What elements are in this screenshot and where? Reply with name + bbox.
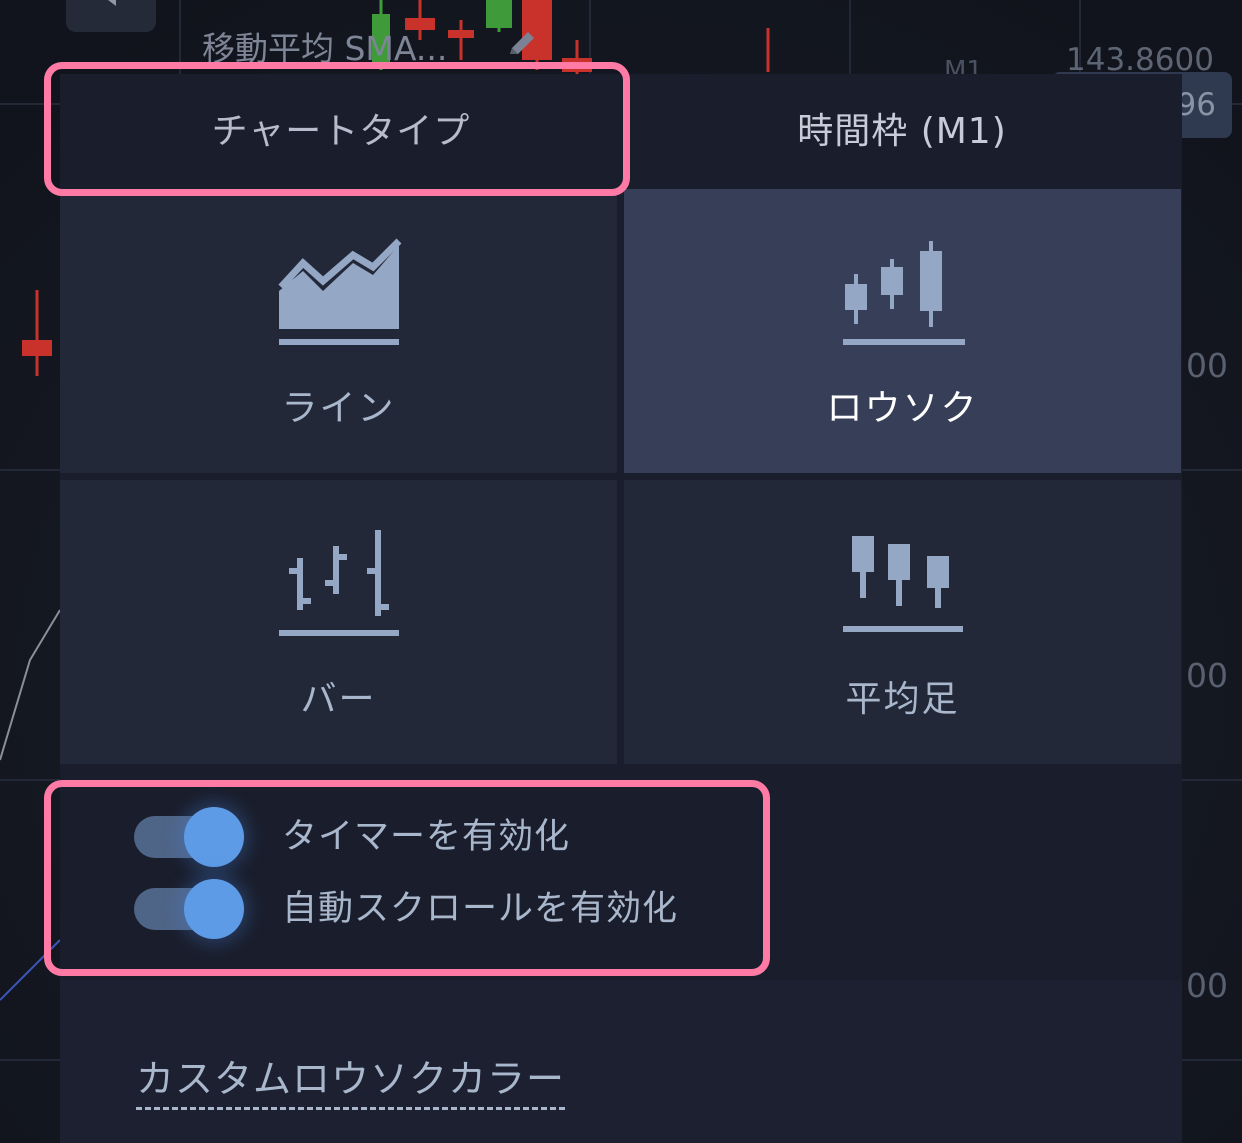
- highlight-box: [44, 780, 770, 976]
- chart-type-heikin-ashi[interactable]: 平均足: [624, 480, 1181, 764]
- chart-type-label: ロウソク: [826, 388, 979, 429]
- custom-candle-colors-link[interactable]: カスタムロウソクカラー: [136, 1048, 566, 1110]
- arrow-left-icon: [100, 0, 116, 6]
- tab-timeframe[interactable]: 時間枠 (M1): [622, 74, 1182, 188]
- back-button[interactable]: [66, 0, 156, 32]
- price-axis-label: 00: [1186, 346, 1228, 385]
- bar-chart-icon: [279, 530, 399, 636]
- chart-type-bar[interactable]: バー: [60, 480, 617, 764]
- chart-type-line[interactable]: ライン: [60, 189, 617, 473]
- chart-type-label: バー: [300, 679, 377, 720]
- chart-type-label: 平均足: [845, 679, 960, 720]
- highlight-box: [44, 62, 630, 196]
- candlestick-icon: [843, 241, 965, 345]
- custom-colors-section: カスタムロウソクカラー: [60, 980, 1182, 1143]
- heikin-ashi-icon: [843, 536, 963, 632]
- chart-settings-panel: チャートタイプ 時間枠 (M1) ライン ロウソク バー 平均足 タイマーを有効…: [60, 74, 1182, 1143]
- pencil-icon[interactable]: [504, 26, 540, 62]
- chart-type-candlestick[interactable]: ロウソク: [624, 189, 1181, 473]
- price-axis-label: 00: [1186, 656, 1228, 695]
- price-axis-label: 00: [1186, 966, 1228, 1005]
- chart-type-label: ライン: [281, 388, 396, 429]
- line-chart-icon: [278, 238, 402, 345]
